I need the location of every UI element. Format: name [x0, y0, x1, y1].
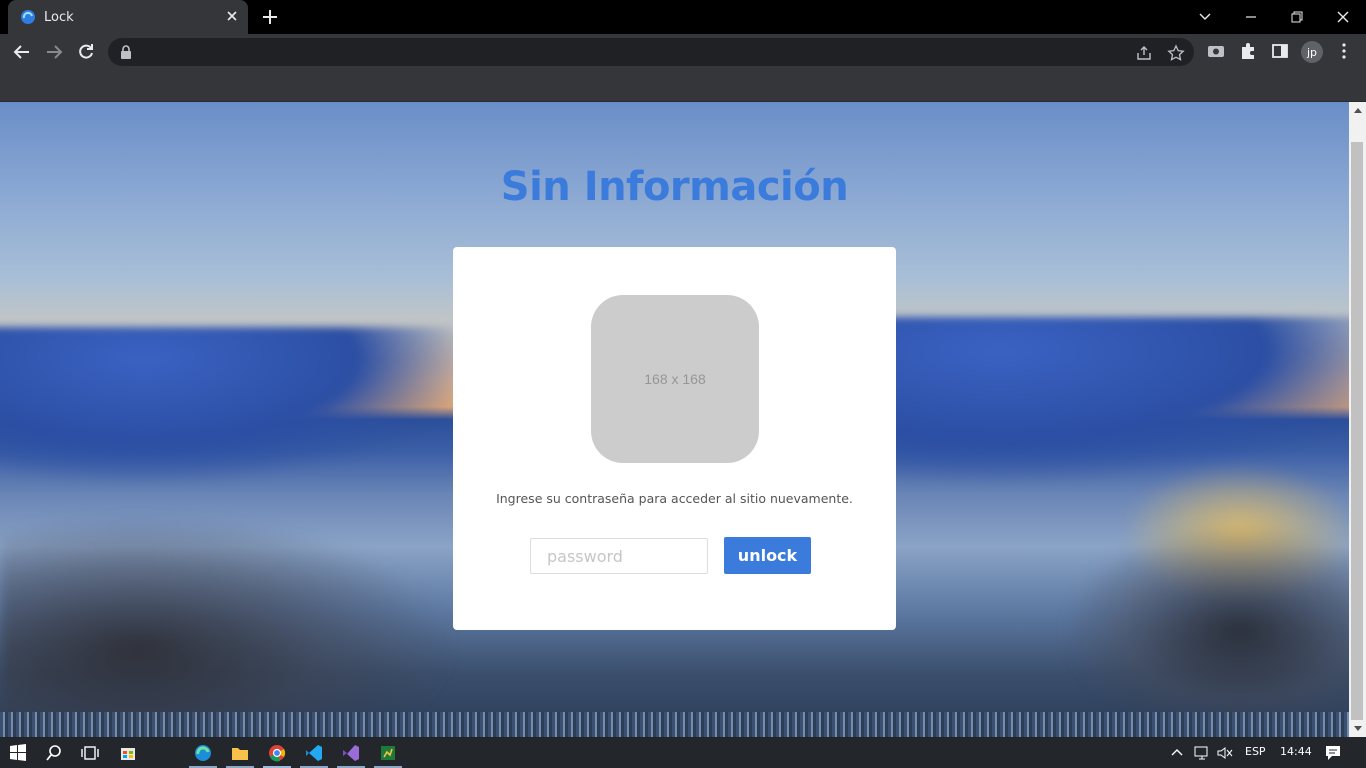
background-water: [0, 712, 1349, 737]
taskbar: ESP 14:44: [0, 737, 1366, 768]
minimize-icon[interactable]: [1240, 6, 1262, 28]
lock-card: 168 x 168 Ingrese su contraseña para acc…: [453, 247, 896, 630]
menu-kebab-icon[interactable]: [1334, 41, 1354, 61]
browser-tab[interactable]: Lock: [8, 0, 248, 34]
background-pier-right: [1060, 522, 1349, 737]
chevron-up-icon[interactable]: [1169, 745, 1185, 761]
network-icon[interactable]: [1193, 745, 1211, 761]
new-tab-icon[interactable]: [260, 7, 280, 27]
close-window-icon[interactable]: [1332, 6, 1354, 28]
search-icon[interactable]: [44, 743, 64, 763]
tab-title: Lock: [44, 10, 74, 25]
chrome-icon[interactable]: [267, 743, 287, 763]
windows-start-icon[interactable]: [8, 743, 28, 763]
edge-icon[interactable]: [193, 743, 213, 763]
forward-icon[interactable]: [44, 42, 64, 62]
notifications-icon[interactable]: [1324, 744, 1342, 762]
store-icon[interactable]: [118, 743, 138, 763]
bookmark-star-icon[interactable]: [1167, 44, 1185, 62]
file-explorer-icon[interactable]: [230, 743, 250, 763]
tab-strip: Lock: [0, 0, 1366, 34]
extensions-puzzle-icon[interactable]: [1238, 41, 1258, 61]
browser-toolbar: [0, 34, 1366, 70]
back-icon[interactable]: [12, 42, 32, 62]
scroll-up-arrow-icon[interactable]: [1354, 108, 1362, 113]
lock-icon[interactable]: [120, 45, 132, 59]
instruction-text: Ingrese su contraseña para acceder al si…: [496, 491, 853, 506]
profile-avatar[interactable]: jp: [1301, 41, 1323, 63]
language-indicator[interactable]: ESP: [1245, 745, 1266, 758]
bookmarks-bar: [0, 70, 1366, 102]
share-icon[interactable]: [1135, 44, 1153, 62]
page-scrollbar[interactable]: [1349, 102, 1366, 737]
favicon-icon: [21, 10, 35, 24]
restore-icon[interactable]: [1286, 6, 1308, 28]
page-viewport: Sin Información 168 x 168 Ingrese su con…: [0, 102, 1349, 737]
placeholder-label: 168 x 168: [644, 371, 706, 387]
vscode-icon[interactable]: [304, 743, 324, 763]
app-icon[interactable]: [378, 743, 398, 763]
address-bar[interactable]: [108, 38, 1194, 66]
reload-icon[interactable]: [76, 42, 96, 62]
scroll-down-arrow-icon[interactable]: [1354, 726, 1362, 731]
close-tab-icon[interactable]: [224, 8, 240, 24]
scroll-thumb[interactable]: [1351, 142, 1363, 720]
task-view-icon[interactable]: [80, 743, 100, 763]
unlock-button[interactable]: unlock: [724, 537, 811, 574]
tab-search-icon[interactable]: [1194, 6, 1216, 28]
clock-time[interactable]: 14:44: [1280, 745, 1312, 758]
volume-muted-icon[interactable]: [1216, 745, 1234, 761]
avatar-placeholder: 168 x 168: [591, 295, 759, 463]
background-mountain-left: [0, 327, 480, 487]
screenshot-extension-icon[interactable]: [1206, 41, 1226, 61]
page-title: Sin Información: [500, 164, 849, 210]
visual-studio-icon[interactable]: [341, 743, 361, 763]
background-pier-left: [0, 512, 460, 737]
password-input[interactable]: [530, 538, 708, 574]
side-panel-icon[interactable]: [1270, 41, 1290, 61]
